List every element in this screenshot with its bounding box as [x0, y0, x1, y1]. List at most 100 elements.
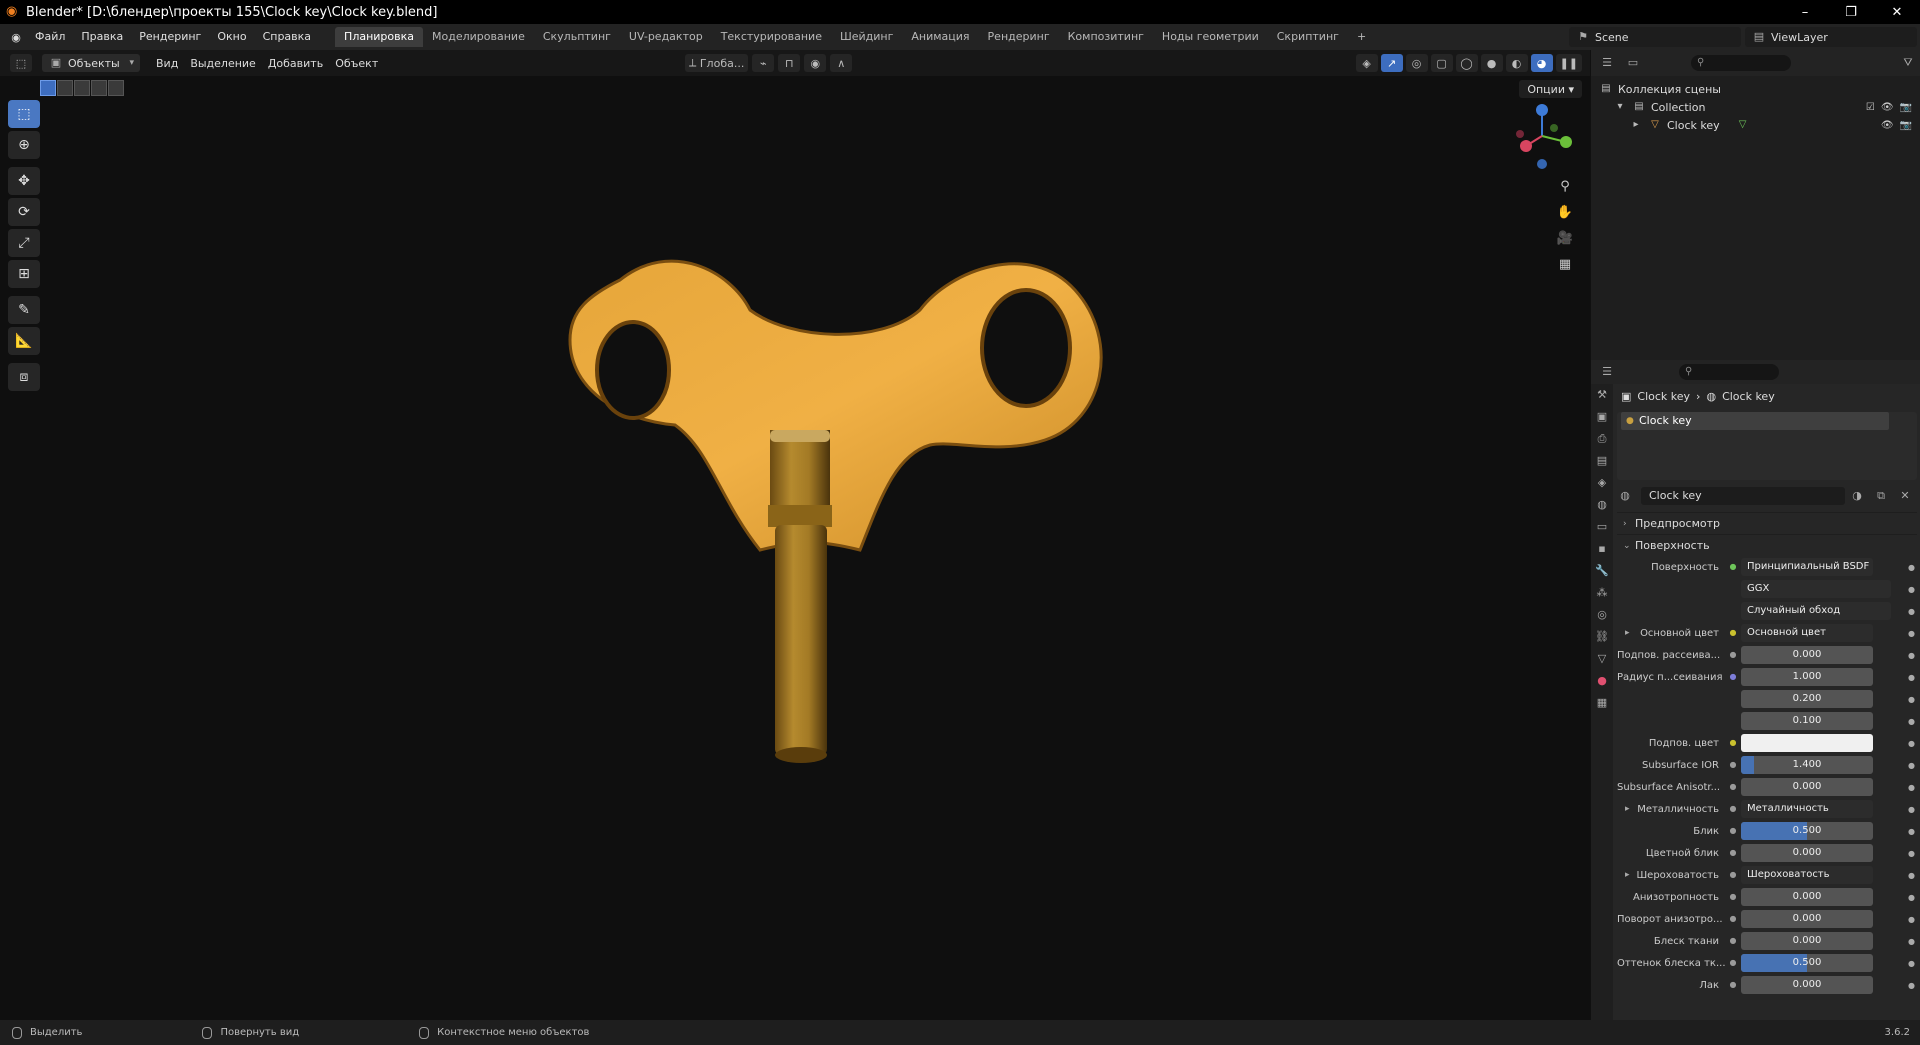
keyframe-dot-icon[interactable]: ● [1908, 937, 1915, 946]
socket-icon[interactable]: ● [1727, 803, 1739, 815]
keyframe-dot-icon[interactable]: ● [1908, 629, 1915, 638]
menu-window[interactable]: Окно [209, 24, 254, 50]
filter-icon[interactable]: ⛛ [1900, 56, 1916, 70]
tab-scripting[interactable]: Скриптинг [1268, 27, 1348, 47]
display-mode-icon[interactable]: ▭ [1625, 56, 1641, 70]
add-workspace-button[interactable]: + [1348, 27, 1375, 47]
modifier-tab-icon[interactable]: 🔧 [1591, 560, 1613, 582]
tab-animation[interactable]: Анимация [902, 27, 978, 47]
linked-node-field[interactable]: Основной цвет [1741, 624, 1873, 642]
tab-sculpting[interactable]: Скульптинг [534, 27, 620, 47]
z-axis-icon[interactable] [1536, 104, 1548, 116]
scene-selector[interactable]: ⚑ Scene [1569, 27, 1741, 47]
socket-icon[interactable]: ● [1727, 561, 1739, 573]
falloff-icon[interactable]: ∧ [830, 54, 853, 72]
expand-arrow-icon[interactable]: ▾ [1613, 101, 1627, 113]
keyframe-dot-icon[interactable]: ● [1908, 915, 1915, 924]
socket-icon[interactable]: ● [1727, 737, 1739, 749]
output-tab-icon[interactable]: ⎙ [1591, 428, 1613, 450]
pan-hand-icon[interactable]: ✋ [1554, 202, 1576, 224]
neg-x-axis-icon[interactable] [1516, 130, 1524, 138]
cursor-tool-icon[interactable]: ⊕ [8, 131, 40, 159]
expand-arrow-icon[interactable]: ▸ [1625, 804, 1630, 814]
tab-texture-paint[interactable]: Текстурирование [712, 27, 831, 47]
menu-render[interactable]: Рендеринг [131, 24, 209, 50]
socket-icon[interactable]: ● [1727, 627, 1739, 639]
outliner-scene-collection[interactable]: ▤ Коллекция сцены [1591, 80, 1920, 98]
select-new-icon[interactable] [40, 80, 56, 96]
close-button[interactable]: ✕ [1874, 0, 1920, 24]
scale-tool-icon[interactable]: ⤢ [8, 229, 40, 257]
editor-type-icon[interactable]: ⬚ [10, 54, 32, 72]
properties-editor-icon[interactable]: ☰ [1599, 365, 1615, 379]
checkbox-icon[interactable]: ☑ [1866, 102, 1875, 113]
material-shading-icon[interactable]: ◐ [1505, 54, 1528, 72]
transform-tool-icon[interactable]: ⊞ [8, 260, 40, 288]
socket-icon[interactable]: ● [1727, 979, 1739, 991]
camera-icon[interactable]: 📷 [1900, 120, 1912, 131]
number-field[interactable]: 0.100 [1741, 712, 1873, 730]
tab-layout[interactable]: Планировка [335, 27, 424, 47]
number-field[interactable]: 0.000 [1741, 932, 1873, 950]
color-swatch[interactable] [1741, 734, 1873, 752]
tab-uv-editing[interactable]: UV-редактор [620, 27, 712, 47]
socket-icon[interactable]: ● [1727, 935, 1739, 947]
perspective-toggle-icon[interactable]: ▦ [1554, 254, 1576, 276]
select-extend-icon[interactable] [57, 80, 73, 96]
material-name-field[interactable]: Clock key [1641, 487, 1845, 505]
socket-icon[interactable]: ● [1727, 825, 1739, 837]
zoom-icon[interactable]: ⚲ [1554, 176, 1576, 198]
unlink-material-icon[interactable]: ✕ [1897, 489, 1913, 503]
keyframe-dot-icon[interactable]: ● [1908, 981, 1915, 990]
number-field[interactable]: 0.000 [1741, 778, 1873, 796]
camera-view-icon[interactable]: 🎥 [1554, 228, 1576, 250]
socket-icon[interactable]: ● [1727, 759, 1739, 771]
keyframe-dot-icon[interactable]: ● [1908, 893, 1915, 902]
tab-compositing[interactable]: Композитинг [1059, 27, 1153, 47]
keyframe-dot-icon[interactable]: ● [1908, 783, 1915, 792]
options-dropdown[interactable]: Опции ▾ [1519, 80, 1582, 98]
select-subtract-icon[interactable] [74, 80, 90, 96]
keyframe-dot-icon[interactable]: ● [1908, 717, 1915, 726]
world-tab-icon[interactable]: ◍ [1591, 494, 1613, 516]
socket-icon[interactable]: ● [1727, 649, 1739, 661]
menu-add[interactable]: Добавить [262, 57, 329, 70]
scene-tab-icon[interactable]: ◈ [1591, 472, 1613, 494]
outliner-editor-icon[interactable]: ☰ [1599, 56, 1615, 70]
keyframe-dot-icon[interactable]: ● [1908, 673, 1915, 682]
navigation-gizmo[interactable] [1506, 100, 1578, 172]
eye-icon[interactable]: 👁 [1881, 120, 1894, 131]
linked-node-field[interactable]: Металличность [1741, 800, 1873, 818]
outliner-object[interactable]: ▸ ▽ Clock key ▽ 👁 📷 [1591, 116, 1920, 134]
menu-edit[interactable]: Правка [73, 24, 131, 50]
outliner-collection[interactable]: ▾ ▤ Collection ☑ 👁 📷 [1591, 98, 1920, 116]
collection-tab-icon[interactable]: ▭ [1591, 516, 1613, 538]
wireframe-shading-icon[interactable]: ◯ [1455, 54, 1478, 72]
menu-select[interactable]: Выделение [184, 57, 262, 70]
select-invert-icon[interactable] [91, 80, 107, 96]
preview-section[interactable]: › Предпросмотр [1617, 512, 1917, 534]
keyframe-dot-icon[interactable]: ● [1908, 849, 1915, 858]
tab-rendering[interactable]: Рендеринг [979, 27, 1059, 47]
number-field[interactable]: 0.000 [1741, 976, 1873, 994]
texture-tab-icon[interactable]: ▦ [1591, 692, 1613, 714]
rotate-tool-icon[interactable]: ⟳ [8, 198, 40, 226]
move-tool-icon[interactable]: ✥ [8, 167, 40, 195]
blender-menu-icon[interactable]: ◉ [5, 31, 27, 44]
tab-shading[interactable]: Шейдинг [831, 27, 902, 47]
particles-tab-icon[interactable]: ⁂ [1591, 582, 1613, 604]
tab-modeling[interactable]: Моделирование [423, 27, 534, 47]
number-field[interactable]: 0.000 [1741, 910, 1873, 928]
number-field[interactable]: 0.500 [1741, 954, 1873, 972]
snap-icon[interactable]: ⊓ [778, 54, 801, 72]
number-field[interactable]: 0.000 [1741, 844, 1873, 862]
keyframe-dot-icon[interactable]: ● [1908, 805, 1915, 814]
object-tab-icon[interactable]: ▪ [1591, 538, 1613, 560]
overlay-toggle-icon[interactable]: ◎ [1405, 54, 1428, 72]
neg-z-axis-icon[interactable] [1537, 159, 1547, 169]
rendered-shading-icon[interactable]: ◕ [1530, 54, 1553, 72]
render-tab-icon[interactable]: ▣ [1591, 406, 1613, 428]
expand-arrow-icon[interactable]: ▸ [1625, 628, 1630, 638]
expand-arrow-icon[interactable]: ▸ [1625, 870, 1630, 880]
view-layer-tab-icon[interactable]: ▤ [1591, 450, 1613, 472]
